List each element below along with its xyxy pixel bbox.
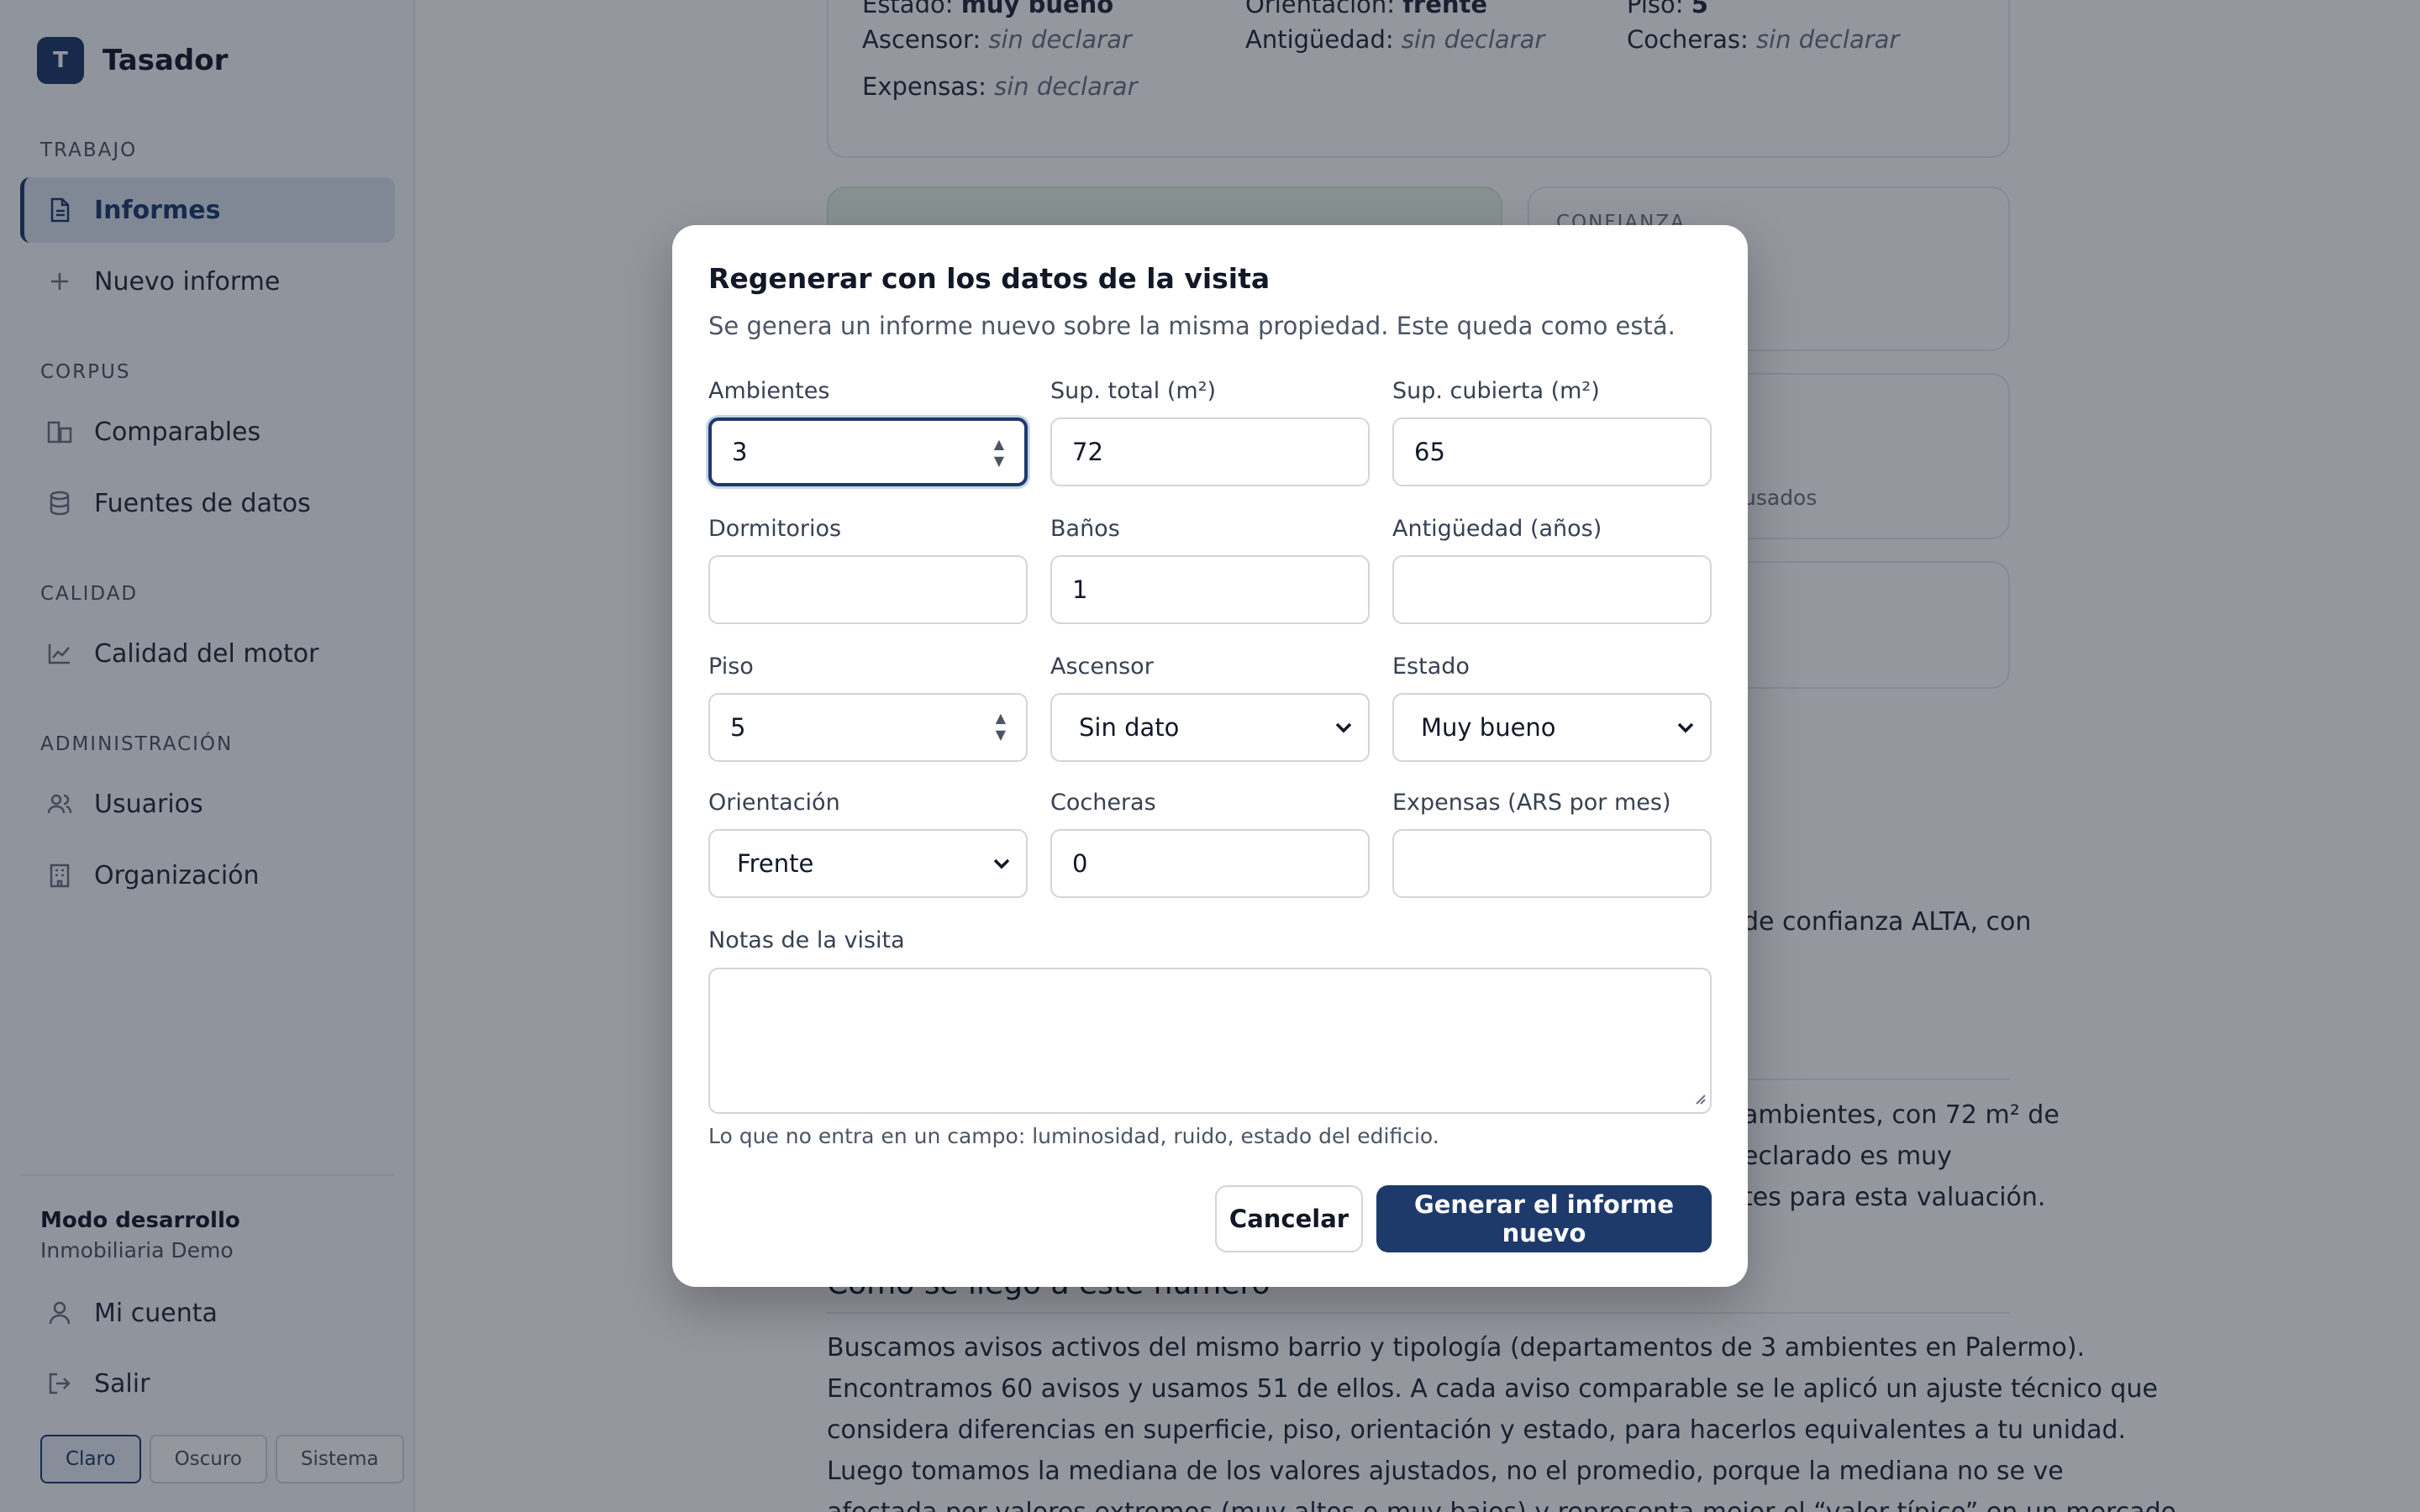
- banos-value: 1: [1072, 575, 1088, 604]
- resize-grip-icon[interactable]: [1691, 1090, 1707, 1109]
- piso-value: 5: [730, 713, 746, 742]
- ascensor-select[interactable]: Sin dato: [1050, 693, 1370, 762]
- notes-textarea[interactable]: [708, 968, 1712, 1114]
- cocheras-label: Cocheras: [1050, 790, 1156, 816]
- sup-total-value: 72: [1072, 438, 1103, 466]
- orientacion-label: Orientación: [708, 790, 840, 816]
- orientacion-select[interactable]: Frente: [708, 829, 1028, 898]
- ascensor-label: Ascensor: [1050, 654, 1154, 680]
- sup-total-label: Sup. total (m²): [1050, 378, 1217, 404]
- banos-label: Baños: [1050, 516, 1120, 542]
- chevron-down-icon: [1675, 715, 1697, 746]
- antiguedad-label: Antigüedad (años): [1392, 516, 1602, 542]
- generate-report-button[interactable]: Generar el informe nuevo: [1376, 1185, 1712, 1252]
- piso-stepper[interactable]: 5 ▲ ▼: [708, 693, 1028, 762]
- expensas-input[interactable]: [1392, 829, 1712, 898]
- banos-input[interactable]: 1: [1050, 555, 1370, 624]
- chevron-down-icon: [1333, 715, 1355, 746]
- estado-label: Estado: [1392, 654, 1470, 680]
- sup-cubierta-input[interactable]: 65: [1392, 417, 1712, 486]
- notes-label: Notas de la visita: [708, 927, 905, 953]
- spin-arrows-icon[interactable]: ▲ ▼: [994, 436, 1004, 470]
- sup-cubierta-label: Sup. cubierta (m²): [1392, 378, 1600, 404]
- ambientes-stepper[interactable]: 3 ▲ ▼: [708, 417, 1028, 486]
- ambientes-value: 3: [732, 438, 748, 466]
- expensas-label: Expensas (ARS por mes): [1392, 790, 1671, 816]
- sup-total-input[interactable]: 72: [1050, 417, 1370, 486]
- cancel-button[interactable]: Cancelar: [1215, 1185, 1363, 1252]
- dialog-title: Regenerar con los datos de la visita: [708, 262, 1270, 295]
- dormitorios-label: Dormitorios: [708, 516, 842, 542]
- dialog-subtitle: Se genera un informe nuevo sobre la mism…: [708, 312, 1676, 340]
- ambientes-label: Ambientes: [708, 378, 830, 404]
- antiguedad-input[interactable]: [1392, 555, 1712, 624]
- piso-label: Piso: [708, 654, 754, 680]
- chevron-down-icon: [991, 851, 1013, 882]
- sup-cubierta-value: 65: [1414, 438, 1445, 466]
- spin-arrows-icon[interactable]: ▲ ▼: [996, 710, 1006, 743]
- dormitorios-input[interactable]: [708, 555, 1028, 624]
- orientacion-value: Frente: [737, 849, 814, 878]
- notes-hint: Lo que no entra en un campo: luminosidad…: [708, 1124, 1439, 1148]
- cocheras-input[interactable]: 0: [1050, 829, 1370, 898]
- cocheras-value: 0: [1072, 849, 1088, 878]
- ascensor-value: Sin dato: [1079, 713, 1180, 742]
- regenerate-dialog: Regenerar con los datos de la visita Se …: [672, 225, 1748, 1287]
- estado-select[interactable]: Muy bueno: [1392, 693, 1712, 762]
- estado-value: Muy bueno: [1421, 713, 1556, 742]
